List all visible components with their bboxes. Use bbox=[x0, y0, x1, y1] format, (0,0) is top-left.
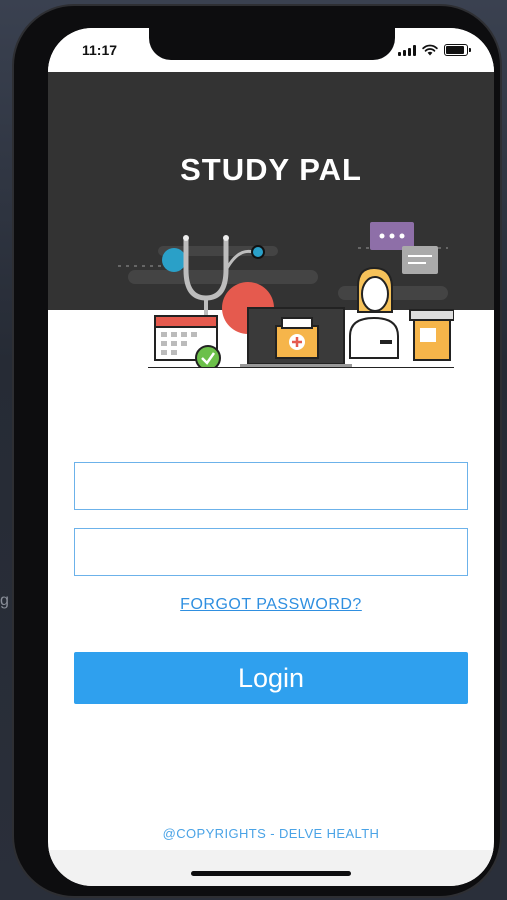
app-title: STUDY PAL bbox=[180, 152, 362, 187]
cellular-signal-icon bbox=[398, 44, 416, 56]
device-notch bbox=[149, 28, 395, 60]
phone-frame: 11:17 STUDY PAL FORGOT PASSWORD? Login @… bbox=[12, 4, 502, 898]
forgot-password-link[interactable]: FORGOT PASSWORD? bbox=[74, 596, 468, 614]
medical-illustration bbox=[118, 222, 454, 368]
app-screen: 11:17 STUDY PAL FORGOT PASSWORD? Login @… bbox=[48, 28, 494, 886]
status-time: 11:17 bbox=[82, 42, 118, 58]
password-input[interactable] bbox=[74, 528, 468, 576]
username-input[interactable] bbox=[74, 462, 468, 510]
login-form: FORGOT PASSWORD? Login bbox=[74, 462, 468, 704]
copyright-footer: @COPYRIGHTS - DELVE HEALTH bbox=[162, 826, 380, 841]
home-indicator bbox=[191, 871, 351, 876]
bottom-strip bbox=[48, 850, 494, 886]
background-glyph: g bbox=[0, 592, 9, 609]
wifi-icon bbox=[422, 44, 438, 56]
login-button[interactable]: Login bbox=[74, 652, 468, 704]
status-icons bbox=[398, 44, 471, 56]
battery-icon bbox=[444, 44, 471, 56]
